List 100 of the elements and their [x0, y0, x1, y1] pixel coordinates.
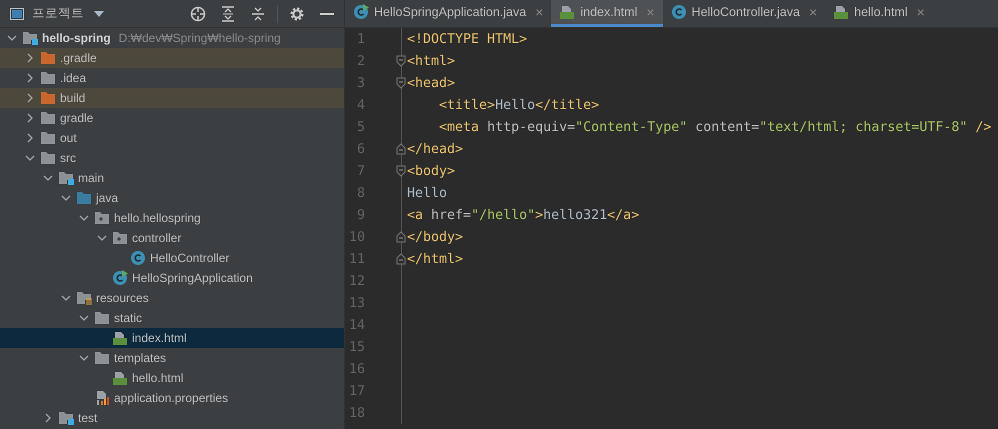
line-number: 14 [348, 318, 365, 332]
code-line: </body> [407, 230, 464, 244]
class-icon [353, 4, 369, 20]
line-number: 18 [348, 406, 365, 420]
item-label: controller [132, 231, 182, 245]
fold-icon [396, 143, 406, 155]
item-label: hello-spring [42, 31, 111, 45]
editor-tab[interactable]: HelloController.java × [662, 0, 826, 27]
tree-item[interactable]: application.properties [0, 388, 344, 408]
code-line: <meta http-equiv="Content-Type" content="text/html; charset=UTF-8" /> [438, 120, 992, 134]
line-number: 7 [356, 164, 365, 178]
line-number: 8 [356, 186, 365, 200]
item-label: hello.html [132, 371, 184, 385]
tree-item[interactable]: .gradle [0, 48, 344, 68]
line-number: 5 [356, 120, 365, 134]
line-number: 11 [348, 252, 365, 266]
line-number: 10 [348, 230, 365, 244]
tree-item[interactable]: HelloController [0, 248, 344, 268]
close-tab-button[interactable]: × [808, 4, 818, 20]
resources-folder-icon [76, 291, 92, 305]
folder-icon [40, 131, 56, 145]
item-label: .idea [60, 71, 86, 85]
tree-item[interactable]: resources [0, 288, 344, 308]
code-line: <title>Hello</title> [438, 98, 600, 112]
code-line: </html> [407, 252, 464, 266]
item-label: HelloSpringApplication [132, 271, 253, 285]
code-line: <!DOCTYPE HTML> [407, 32, 528, 46]
close-tab-button[interactable]: × [916, 4, 925, 20]
item-label: hello.hellospring [114, 211, 201, 225]
item-label: HelloController [150, 251, 230, 265]
tree-item[interactable]: HelloSpringApplication [0, 268, 344, 288]
item-label: out [60, 131, 77, 145]
editor-tab[interactable]: index.html × [551, 0, 663, 27]
tree-item[interactable]: java [0, 188, 344, 208]
tree-item[interactable]: src [0, 148, 344, 168]
expand-all-icon [221, 6, 235, 22]
tree-item[interactable]: hello.hellospring [0, 208, 344, 228]
tree-item[interactable]: hello-spring D:₩dev₩Spring₩hello-spring [0, 28, 344, 48]
item-label: build [60, 91, 86, 105]
project-path: D:₩dev₩Spring₩hello-spring [118, 31, 281, 45]
html-file-icon [112, 330, 128, 346]
fold-icon [396, 231, 406, 243]
line-number: 6 [356, 142, 365, 156]
tree-item[interactable]: static [0, 308, 344, 328]
class-icon [112, 270, 128, 286]
item-label: static [114, 311, 142, 325]
tree-item[interactable]: hello.html [0, 368, 344, 388]
line-number: 1 [356, 32, 365, 46]
folder-icon [40, 71, 56, 85]
item-label: resources [96, 291, 149, 305]
item-label: java [96, 191, 118, 205]
folder-icon [94, 351, 110, 365]
module-folder-icon [58, 411, 74, 425]
item-label: templates [114, 351, 166, 365]
item-label: .gradle [60, 51, 97, 65]
tree-item[interactable]: gradle [0, 108, 344, 128]
code-line: Hello [407, 186, 448, 200]
code-line: </head> [407, 142, 464, 156]
line-number: 3 [356, 76, 365, 90]
html-file-icon [112, 370, 128, 386]
item-label: index.html [132, 331, 187, 345]
crosshair-icon [190, 6, 206, 22]
tree-item[interactable]: out [0, 128, 344, 148]
item-label: test [78, 411, 98, 425]
line-number: 17 [348, 384, 365, 398]
line-number: 9 [356, 208, 365, 222]
item-label: main [78, 171, 104, 185]
line-number: 2 [356, 54, 365, 68]
minimize-icon [320, 12, 334, 16]
item-label: application.properties [114, 391, 228, 405]
close-tab-button[interactable]: × [535, 4, 544, 20]
collapse-all-icon [251, 6, 265, 22]
folder-icon [40, 111, 56, 125]
properties-file-icon [94, 390, 110, 406]
module-folder-icon [58, 171, 74, 185]
code-line: <a href="/hello">hello321</a> [407, 208, 640, 222]
tree-item[interactable]: templates [0, 348, 344, 368]
tree-item[interactable]: build [0, 88, 344, 108]
tree-item[interactable]: index.html [0, 328, 344, 348]
tree-item[interactable]: main [0, 168, 344, 188]
item-label: src [60, 151, 76, 165]
project-window-icon [10, 8, 24, 20]
fold-icon [396, 165, 406, 177]
panel-title: 프로젝트 [32, 5, 84, 22]
folder-icon [76, 191, 92, 205]
html-file-icon [559, 4, 576, 20]
tree-item[interactable]: .idea [0, 68, 344, 88]
line-number: 13 [348, 296, 365, 310]
tree-item[interactable]: controller [0, 228, 344, 248]
folder-icon [94, 311, 110, 325]
editor-tab[interactable]: hello.html × [825, 0, 933, 27]
editor-tab[interactable]: HelloSpringApplication.java × [345, 0, 552, 27]
caret-icon [94, 10, 104, 16]
fold-icon [396, 77, 406, 89]
folder-icon [40, 91, 56, 105]
code-line: <body> [407, 164, 456, 178]
line-number: 12 [348, 274, 365, 288]
class-icon [670, 4, 687, 20]
class-icon [130, 250, 146, 266]
tree-item[interactable]: test [0, 408, 344, 428]
